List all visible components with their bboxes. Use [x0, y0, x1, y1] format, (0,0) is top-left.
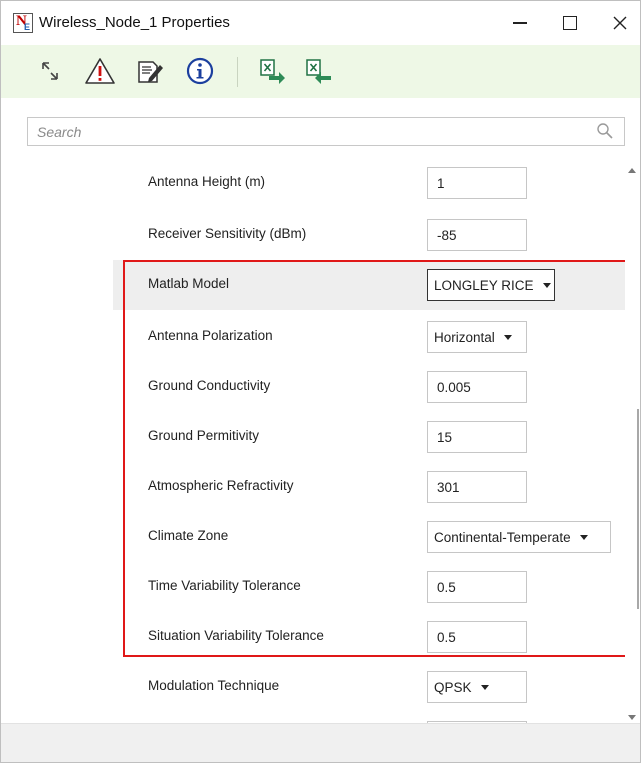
warning-icon — [85, 58, 115, 84]
close-button[interactable] — [598, 7, 641, 39]
property-label: Situation Variability Tolerance — [148, 628, 324, 643]
warning-button[interactable] — [83, 53, 117, 89]
property-row-ground-conductivity: Ground Conductivity 0.005 — [113, 362, 625, 412]
dropdown-value: QPSK — [434, 680, 472, 695]
ground-conductivity-field[interactable]: 0.005 — [427, 371, 527, 403]
app-logo-subletter: E — [23, 22, 30, 32]
chevron-down-icon — [480, 685, 489, 690]
property-row-matlab-model[interactable]: Matlab Model LONGLEY RICE — [113, 260, 625, 310]
scroll-thumb[interactable] — [637, 409, 639, 609]
search-input[interactable] — [28, 118, 588, 145]
expand-button[interactable] — [33, 53, 67, 89]
matlab-model-dropdown[interactable]: LONGLEY RICE — [427, 269, 555, 301]
property-label: Modulation Technique — [148, 678, 280, 693]
dropdown-value: Continental-Temperate — [434, 530, 571, 545]
maximize-button[interactable] — [548, 7, 592, 39]
edit-document-icon — [138, 61, 163, 83]
window-title: Wireless_Node_1 Properties — [39, 14, 230, 31]
dropdown-value: Horizontal — [434, 330, 495, 345]
modulation-technique-dropdown[interactable]: QPSK — [427, 671, 527, 703]
info-icon — [186, 57, 214, 85]
property-row-antenna-polarization: Antenna Polarization Horizontal — [113, 312, 625, 362]
property-label: Atmospheric Refractivity — [148, 478, 294, 493]
scroll-up-icon[interactable] — [628, 168, 636, 173]
situation-variability-field[interactable]: 0.5 — [427, 621, 527, 653]
property-label: Matlab Model — [148, 276, 230, 291]
atmospheric-refractivity-field[interactable]: 301 — [427, 471, 527, 503]
time-variability-field[interactable]: 0.5 — [427, 571, 527, 603]
property-row-time-variability: Time Variability Tolerance 0.5 — [113, 562, 625, 612]
vertical-scrollbar[interactable] — [625, 155, 640, 723]
expand-arrows-icon — [42, 62, 58, 80]
receiver-sensitivity-field[interactable]: -85 — [427, 219, 527, 251]
close-icon — [613, 16, 627, 30]
chevron-down-icon — [579, 535, 588, 540]
edit-button[interactable] — [133, 53, 167, 89]
property-label: Antenna Height (m) — [148, 174, 266, 189]
property-label: Climate Zone — [148, 528, 229, 543]
toolbar-separator — [237, 57, 238, 87]
chevron-down-icon — [542, 283, 551, 288]
excel-export-button[interactable] — [255, 53, 289, 89]
status-footer — [1, 723, 640, 762]
excel-export-icon — [260, 59, 285, 84]
antenna-height-field[interactable]: 1 — [427, 167, 527, 199]
property-row-situation-variability: Situation Variability Tolerance 0.5 — [113, 612, 625, 662]
search-icon[interactable] — [596, 122, 614, 140]
search-box — [27, 117, 625, 146]
excel-import-icon — [306, 59, 331, 84]
chevron-down-icon — [503, 335, 512, 340]
dropdown-value: LONGLEY RICE — [434, 278, 534, 293]
maximize-icon — [563, 16, 577, 30]
minimize-button[interactable] — [498, 7, 542, 39]
property-grid: Antenna Height (m) 1 Receiver Sensitivit… — [1, 155, 640, 723]
property-label: Time Variability Tolerance — [148, 578, 301, 593]
property-row-receiver-sensitivity: Receiver Sensitivity (dBm) -85 — [113, 210, 625, 260]
property-row-antenna-height: Antenna Height (m) 1 — [113, 158, 625, 208]
excel-import-button[interactable] — [301, 53, 335, 89]
app-logo-icon: N E — [13, 13, 33, 33]
ground-permitivity-field[interactable]: 15 — [427, 421, 527, 453]
property-row-modulation-technique: Modulation Technique QPSK — [113, 662, 625, 712]
property-row-ground-permitivity: Ground Permitivity 15 — [113, 412, 625, 462]
properties-window: N E Wireless_Node_1 Properties Search An… — [0, 0, 641, 763]
minimize-icon — [513, 22, 527, 24]
property-row-climate-zone: Climate Zone Continental-Temperate — [113, 512, 625, 562]
property-label: Ground Permitivity — [148, 428, 260, 443]
property-label: Ground Conductivity — [148, 378, 271, 393]
title-bar[interactable]: N E Wireless_Node_1 Properties — [1, 1, 640, 45]
toolbar — [1, 45, 640, 98]
climate-zone-dropdown[interactable]: Continental-Temperate — [427, 521, 611, 553]
property-row-partial — [113, 712, 625, 723]
property-label: Receiver Sensitivity (dBm) — [148, 226, 307, 241]
property-label: Antenna Polarization — [148, 328, 273, 343]
antenna-polarization-dropdown[interactable]: Horizontal — [427, 321, 527, 353]
scroll-down-icon[interactable] — [628, 715, 636, 720]
property-row-atmospheric-refractivity: Atmospheric Refractivity 301 — [113, 462, 625, 512]
info-button[interactable] — [183, 53, 217, 89]
